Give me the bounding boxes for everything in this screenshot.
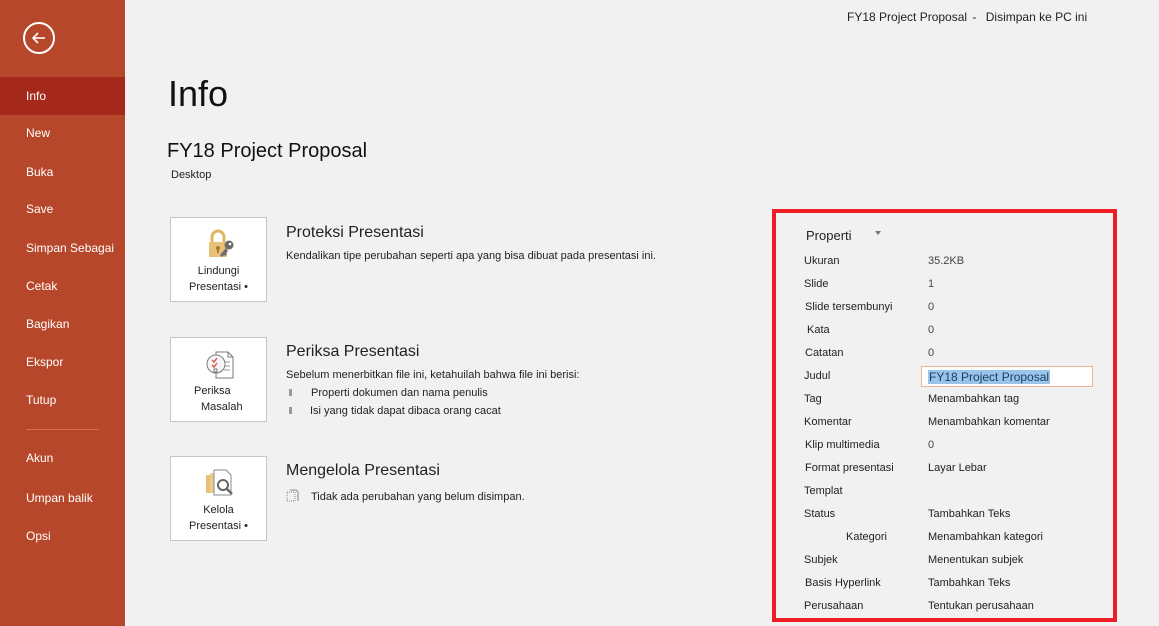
sidebar-item-opsi[interactable]: Opsi <box>0 517 125 555</box>
property-value-tags[interactable]: Menambahkan tag <box>928 393 1019 405</box>
lock-key-icon <box>209 229 234 257</box>
property-value-notes: 0 <box>928 347 935 359</box>
sidebar-item-tutup[interactable]: Tutup <box>0 381 125 419</box>
manage-versions-icon <box>206 469 233 496</box>
property-value-subject[interactable]: Menentukan subjek <box>928 554 1023 566</box>
sidebar-item-new[interactable]: New <box>0 114 125 152</box>
property-value-categories[interactable]: Menambahkan kategori <box>928 531 1043 543</box>
property-label-hidden-slides: Slide tersembunyi <box>805 301 893 313</box>
window-doc-name: FY18 Project Proposal <box>847 10 968 24</box>
sidebar-item-cetak[interactable]: Cetak <box>0 267 125 305</box>
check-for-issues-button[interactable]: Periksa Masalah <box>170 337 267 422</box>
property-value-comments[interactable]: Menambahkan komentar <box>928 416 1050 428</box>
property-label-company: Perusahaan <box>804 600 864 612</box>
inspect-bullet-item: Isi yang tidak dapat dibaca orang cacat <box>310 405 501 417</box>
back-button[interactable] <box>23 22 55 54</box>
manage-tile-label-2: Presentasi • <box>189 520 248 532</box>
bullet-icon <box>289 407 292 414</box>
property-label-title: Judul <box>804 370 831 382</box>
inspect-section-description: Sebelum menerbitkan file ini, ketahuilah… <box>286 369 580 381</box>
property-value-words: 0 <box>928 324 935 336</box>
property-label-status: Status <box>804 508 836 520</box>
property-label-format: Format presentasi <box>805 462 894 474</box>
sidebar-item-info[interactable]: Info <box>0 77 125 115</box>
inspect-tile-label-1: Periksa <box>194 385 231 397</box>
window-title: FY18 Project Proposal - Disimpan ke PC i… <box>847 10 1087 24</box>
document-title: FY18 Project Proposal <box>167 140 368 162</box>
property-label-subject: Subjek <box>804 554 838 566</box>
protect-tile-label-2: Presentasi • <box>189 281 248 293</box>
property-value-hidden-slides: 0 <box>928 301 935 313</box>
inspect-tile-label-2: Masalah <box>201 401 243 413</box>
caret-down-icon[interactable] <box>875 231 881 235</box>
property-label-tags: Tag <box>804 393 822 405</box>
sidebar-item-umpan-balik[interactable]: Umpan balik <box>0 479 125 517</box>
sidebar-item-buka[interactable]: Buka <box>0 153 125 191</box>
document-location[interactable]: Desktop <box>171 169 211 181</box>
arrow-left-icon <box>31 32 45 44</box>
property-value-company[interactable]: Tentukan perusahaan <box>928 600 1034 612</box>
sidebar-item-save[interactable]: Save <box>0 190 125 228</box>
protect-tile-label-1: Lindungi <box>197 265 240 277</box>
backstage-sidebar: Info New Buka Save Simpan Sebagai Cetak … <box>0 0 125 626</box>
title-input[interactable]: FY18 Project Proposal <box>921 366 1093 387</box>
manage-tile-label-1: Kelola <box>203 504 234 516</box>
bullet-icon <box>289 389 292 396</box>
inspect-section-title: Periksa Presentasi <box>286 343 420 360</box>
manage-section-title: Mengelola Presentasi <box>286 462 440 479</box>
sidebar-item-simpan-sebagai[interactable]: Simpan Sebagai <box>0 229 125 267</box>
property-value-format: Layar Lebar <box>928 462 987 474</box>
property-label-hyperlink-base: Basis Hyperlink <box>805 577 881 589</box>
property-label-comments: Komentar <box>804 416 852 428</box>
protect-presentation-button[interactable]: Lindungi Presentasi • <box>170 217 267 302</box>
property-label-slides: Slide <box>804 278 829 290</box>
window-title-separator: - <box>972 10 977 24</box>
page-title: Info <box>168 73 229 114</box>
title-input-selected-text: FY18 Project Proposal <box>928 370 1051 384</box>
property-value-hyperlink-base[interactable]: Tambahkan Teks <box>928 577 1010 589</box>
inspect-document-icon <box>206 351 234 379</box>
unsaved-document-icon <box>286 489 299 502</box>
protect-section-title: Proteksi Presentasi <box>286 224 424 241</box>
sidebar-item-akun[interactable]: Akun <box>0 439 125 477</box>
sidebar-divider <box>26 429 99 430</box>
sidebar-item-bagikan[interactable]: Bagikan <box>0 305 125 343</box>
property-value-status[interactable]: Tambahkan Teks <box>928 508 1010 520</box>
inspect-bullet-item: Properti dokumen dan nama penulis <box>311 387 488 399</box>
property-label-categories: Kategori <box>846 531 887 543</box>
property-value-multimedia: 0 <box>928 439 935 451</box>
properties-dropdown[interactable]: Properti <box>806 228 852 243</box>
sidebar-item-ekspor[interactable]: Ekspor <box>0 343 125 381</box>
manage-section-description: Tidak ada perubahan yang belum disimpan. <box>311 491 525 503</box>
property-value-slides: 1 <box>928 278 935 290</box>
protect-section-description: Kendalikan tipe perubahan seperti apa ya… <box>286 250 656 262</box>
property-label-multimedia: Klip multimedia <box>805 439 880 451</box>
property-value-size: 35.2KB <box>928 255 965 267</box>
property-label-template: Templat <box>804 485 843 497</box>
property-label-notes: Catatan <box>805 347 844 359</box>
property-label-words: Kata <box>807 324 830 336</box>
save-status: Disimpan ke PC ini <box>985 10 1088 24</box>
manage-presentation-button[interactable]: Kelola Presentasi • <box>170 456 267 541</box>
property-label-size: Ukuran <box>804 255 840 267</box>
